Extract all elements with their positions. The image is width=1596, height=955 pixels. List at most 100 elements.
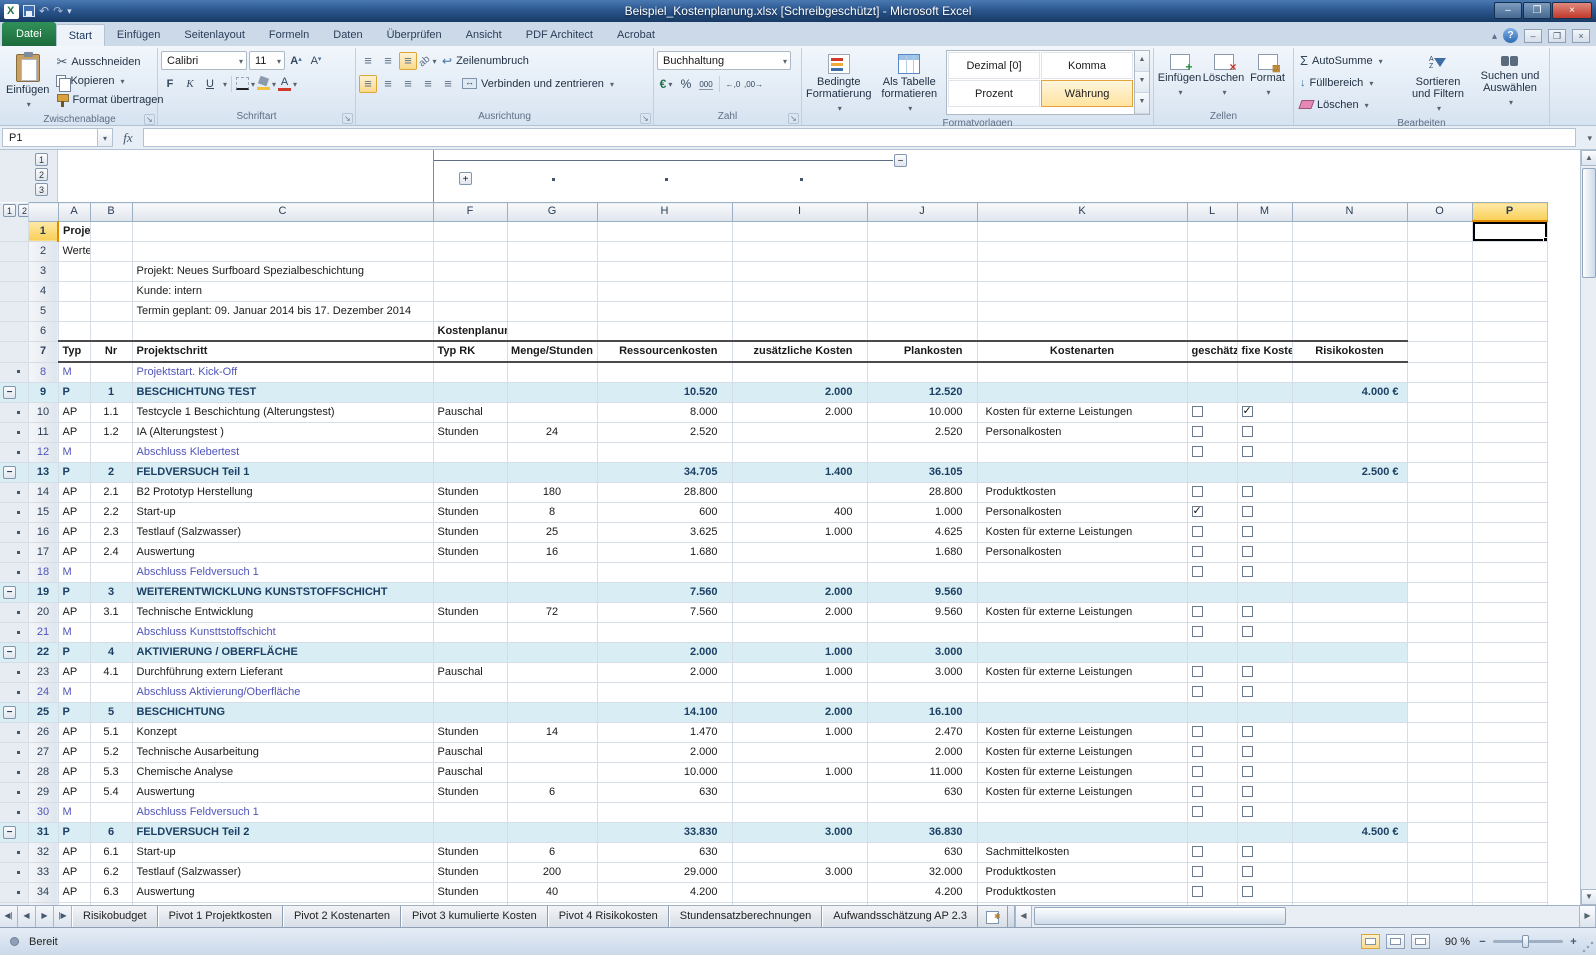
cell-J6[interactable] — [867, 321, 977, 341]
style-gallery-scrollbar[interactable]: ▲ ▼ ▼ — [1135, 50, 1150, 115]
row-header-22[interactable]: 22 — [28, 643, 58, 663]
cell-M25[interactable] — [1237, 703, 1292, 723]
cell-N6[interactable] — [1292, 321, 1407, 341]
checkbox-M16-unchecked[interactable] — [1242, 526, 1253, 537]
cell-M16[interactable] — [1237, 523, 1292, 543]
cell-J8[interactable] — [867, 362, 977, 383]
checkbox-L21-unchecked[interactable] — [1192, 626, 1203, 637]
cell-A16[interactable]: AP — [58, 523, 90, 543]
cell-L16[interactable] — [1187, 523, 1237, 543]
cell-O18[interactable] — [1407, 563, 1472, 583]
checkbox-M11-unchecked[interactable] — [1242, 426, 1253, 437]
row-header-6[interactable]: 6 — [28, 321, 58, 341]
orientation-button[interactable] — [419, 52, 437, 70]
cell-H15[interactable]: 600 — [597, 503, 732, 523]
cell-G9[interactable] — [507, 383, 597, 403]
cell-K2[interactable] — [977, 241, 1187, 261]
cell-C7[interactable]: Projektschritt — [132, 341, 433, 362]
bold-button[interactable]: F — [161, 75, 179, 93]
checkbox-M33-unchecked[interactable] — [1242, 866, 1253, 877]
last-sheet-icon[interactable] — [54, 906, 72, 927]
sheet-tab-aufwandsschätzung-ap-2-3[interactable]: Aufwandsschätzung AP 2.3 — [822, 906, 978, 927]
workbook-restore-icon[interactable]: ❐ — [1548, 29, 1566, 43]
cell-B23[interactable]: 4.1 — [90, 663, 132, 683]
cell-K18[interactable] — [977, 563, 1187, 583]
comma-style-button[interactable] — [697, 75, 715, 93]
gallery-scroll-down-icon[interactable]: ▼ — [1135, 72, 1149, 93]
cell-A8[interactable]: M — [58, 362, 90, 383]
cell-I24[interactable] — [732, 683, 867, 703]
row-header-4[interactable]: 4 — [28, 281, 58, 301]
cell-J1[interactable] — [867, 221, 977, 241]
cell-P22[interactable] — [1472, 643, 1547, 663]
cell-F23[interactable]: Pauschal — [433, 663, 507, 683]
checkbox-L32-unchecked[interactable] — [1192, 846, 1203, 857]
cell-J29[interactable]: 630 — [867, 783, 977, 803]
cell-K13[interactable] — [977, 463, 1187, 483]
cell-P8[interactable] — [1472, 362, 1547, 383]
cell-H21[interactable] — [597, 623, 732, 643]
cell-N21[interactable] — [1292, 623, 1407, 643]
maximize-button[interactable]: ❐ — [1523, 2, 1551, 19]
cell-K33[interactable]: Produktkosten — [977, 863, 1187, 883]
cell-M21[interactable] — [1237, 623, 1292, 643]
row-header-21[interactable]: 21 — [28, 623, 58, 643]
cell-N10[interactable] — [1292, 403, 1407, 423]
cell-H2[interactable] — [597, 241, 732, 261]
cell-N4[interactable] — [1292, 281, 1407, 301]
cell-B34[interactable]: 6.3 — [90, 883, 132, 903]
cell-O24[interactable] — [1407, 683, 1472, 703]
cell-M20[interactable] — [1237, 603, 1292, 623]
cell-K15[interactable]: Personalkosten — [977, 503, 1187, 523]
cell-C18[interactable]: Abschluss Feldversuch 1 — [132, 563, 433, 583]
cell-M27[interactable] — [1237, 743, 1292, 763]
cell-F9[interactable] — [433, 383, 507, 403]
cell-G14[interactable]: 180 — [507, 483, 597, 503]
cell-L22[interactable] — [1187, 643, 1237, 663]
cell-L2[interactable] — [1187, 241, 1237, 261]
cell-C11[interactable]: IA (Alterungstest ) — [132, 423, 433, 443]
cell-G29[interactable]: 6 — [507, 783, 597, 803]
cell-C8[interactable]: Projektstart. Kick-Off — [132, 362, 433, 383]
cell-C31[interactable]: FELDVERSUCH Teil 2 — [132, 823, 433, 843]
cell-H12[interactable] — [597, 443, 732, 463]
cell-N28[interactable] — [1292, 763, 1407, 783]
cell-K9[interactable] — [977, 383, 1187, 403]
cell-L25[interactable] — [1187, 703, 1237, 723]
percent-style-button[interactable] — [677, 75, 695, 93]
cell-L31[interactable] — [1187, 823, 1237, 843]
cell-H27[interactable]: 2.000 — [597, 743, 732, 763]
cell-B13[interactable]: 2 — [90, 463, 132, 483]
zoom-thumb[interactable] — [1522, 935, 1529, 948]
cell-G10[interactable] — [507, 403, 597, 423]
cell-N9[interactable]: 4.000 € — [1292, 383, 1407, 403]
cell-H7[interactable]: Ressourcenkosten — [597, 341, 732, 362]
cell-H26[interactable]: 1.470 — [597, 723, 732, 743]
cell-G26[interactable]: 14 — [507, 723, 597, 743]
cell-I10[interactable]: 2.000 — [732, 403, 867, 423]
cell-G31[interactable] — [507, 823, 597, 843]
cell-C33[interactable]: Testlauf (Salzwasser) — [132, 863, 433, 883]
cell-L10[interactable] — [1187, 403, 1237, 423]
cell-N33[interactable] — [1292, 863, 1407, 883]
cell-O12[interactable] — [1407, 443, 1472, 463]
cell-L32[interactable] — [1187, 843, 1237, 863]
cell-K11[interactable]: Personalkosten — [977, 423, 1187, 443]
increase-decimal-button[interactable] — [724, 75, 742, 93]
cell-I30[interactable] — [732, 803, 867, 823]
checkbox-M14-unchecked[interactable] — [1242, 486, 1253, 497]
cell-B30[interactable] — [90, 803, 132, 823]
decrease-indent-button[interactable] — [419, 75, 437, 93]
cell-H31[interactable]: 33.830 — [597, 823, 732, 843]
cell-M2[interactable] — [1237, 241, 1292, 261]
cell-C26[interactable]: Konzept — [132, 723, 433, 743]
cell-J30[interactable] — [867, 803, 977, 823]
checkbox-L34-unchecked[interactable] — [1192, 886, 1203, 897]
cell-G17[interactable]: 16 — [507, 543, 597, 563]
cell-L24[interactable] — [1187, 683, 1237, 703]
checkbox-M32-unchecked[interactable] — [1242, 846, 1253, 857]
cell-C30[interactable]: Abschluss Feldversuch 1 — [132, 803, 433, 823]
align-left-button[interactable] — [359, 75, 377, 93]
cell-C3[interactable]: Projekt: Neues Surfboard Spezialbeschich… — [132, 261, 433, 281]
cell-L6[interactable] — [1187, 321, 1237, 341]
